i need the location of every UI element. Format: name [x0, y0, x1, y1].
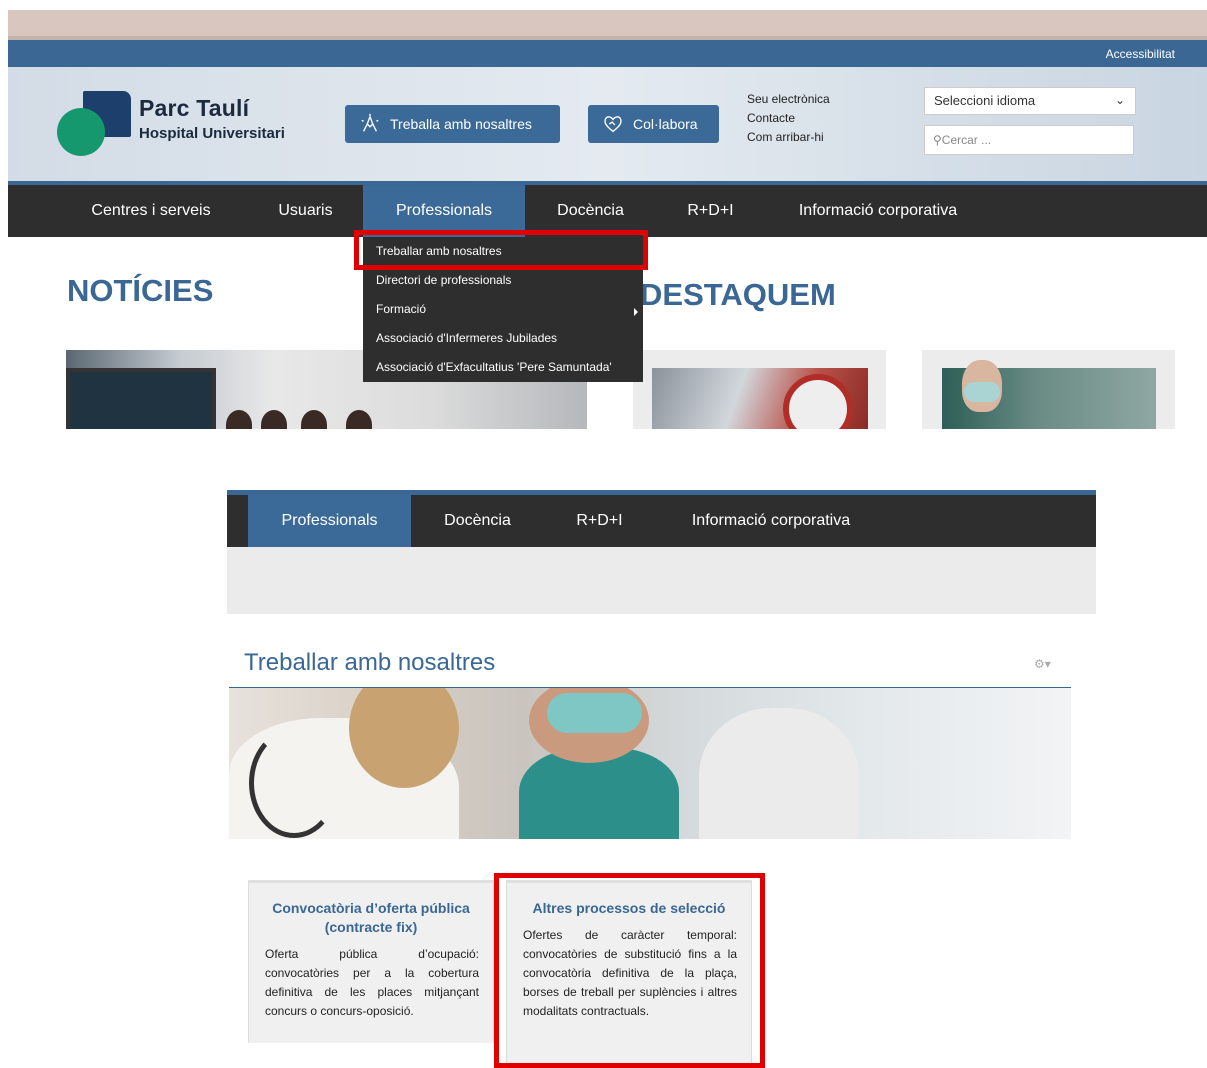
work-with-us-label: Treballa amb nosaltres	[390, 116, 532, 132]
nav-item-users[interactable]: Usuaris	[258, 185, 353, 237]
coat-shape	[699, 708, 859, 839]
dropdown-item-directory[interactable]: Directori de professionals	[376, 266, 511, 295]
mask-shape	[547, 693, 642, 733]
news-heading: NOTÍCIES	[67, 273, 214, 308]
language-select-value: Seleccioni idioma	[934, 93, 1036, 108]
chevron-down-icon: ⌄	[1114, 93, 1125, 107]
search-input[interactable]: ⚲Cercar ...	[924, 125, 1134, 155]
logo-subtitle[interactable]: Hospital Universitari	[139, 125, 285, 142]
featured-heading: DESTAQUEM	[640, 277, 836, 312]
person-shape	[261, 410, 287, 429]
nav-item-corporate[interactable]: Informació corporativa	[778, 185, 978, 237]
highlight-box	[494, 873, 765, 1068]
logo-icon[interactable]	[57, 91, 137, 159]
dropdown-item-training[interactable]: Formació	[376, 295, 426, 324]
nav-item-professionals[interactable]: Professionals	[248, 495, 411, 547]
highlight-box	[354, 230, 648, 270]
stethoscope-icon	[249, 728, 339, 838]
e-office-link[interactable]: Seu electrònica	[747, 90, 830, 109]
accessibility-link[interactable]: Accessibilitat	[1106, 47, 1175, 61]
nav-item-rdi[interactable]: R+D+I	[557, 495, 642, 547]
dropdown-item-ex-doctors[interactable]: Associació d'Exfacultatius 'Pere Samunta…	[376, 353, 612, 382]
featured-image-1[interactable]	[633, 350, 886, 429]
chevron-right-icon	[634, 308, 638, 316]
card-title[interactable]: Convocatòria d’oferta pública (contracte…	[249, 883, 493, 937]
dropdown-item-retired-nurses[interactable]: Associació d'Infermeres Jubilades	[376, 324, 557, 353]
header-links: Seu electrònica Contacte Com arribar-hi	[747, 90, 830, 147]
hands-icon	[361, 113, 379, 132]
logo-circle	[57, 108, 105, 156]
search-placeholder: Cercar ...	[941, 133, 992, 147]
breadcrumb-area	[227, 547, 1096, 614]
contact-link[interactable]: Contacte	[747, 109, 830, 128]
nav-item-teaching[interactable]: Docència	[425, 495, 530, 547]
logo-title[interactable]: Parc Taulí	[139, 95, 249, 122]
person-shape	[226, 410, 252, 429]
language-select[interactable]: Seleccioni idioma ⌄	[924, 87, 1136, 115]
hero-banner-image	[229, 688, 1071, 839]
featured-image-2[interactable]	[922, 350, 1175, 429]
mask-shape	[964, 382, 1000, 402]
nav-item-centres[interactable]: Centres i serveis	[66, 185, 236, 237]
screen-shape	[66, 368, 216, 429]
nav-item-corporate[interactable]: Informació corporativa	[671, 495, 871, 547]
utility-bar: Accessibilitat	[8, 40, 1207, 67]
search-icon: ⚲	[933, 133, 942, 147]
person-shape	[346, 410, 372, 429]
heart-hands-icon	[604, 116, 622, 133]
directions-link[interactable]: Com arribar-hi	[747, 128, 830, 147]
main-nav-secondary: Professionals Docència R+D+I Informació …	[227, 490, 1096, 547]
collaborate-button[interactable]: Col·labora	[588, 105, 719, 143]
card-body: Oferta pública d’ocupació: convocatòries…	[265, 947, 479, 1018]
work-with-us-button[interactable]: Treballa amb nosaltres	[345, 105, 560, 143]
nav-item-rdi[interactable]: R+D+I	[668, 185, 753, 237]
collaborate-label: Col·labora	[633, 116, 698, 132]
card-public-offer[interactable]: Convocatòria d’oferta pública (contracte…	[248, 880, 494, 1043]
gear-icon[interactable]: ⚙▾	[1034, 657, 1051, 671]
person-shape	[301, 410, 327, 429]
page-title: Treballar amb nosaltres	[244, 649, 496, 676]
